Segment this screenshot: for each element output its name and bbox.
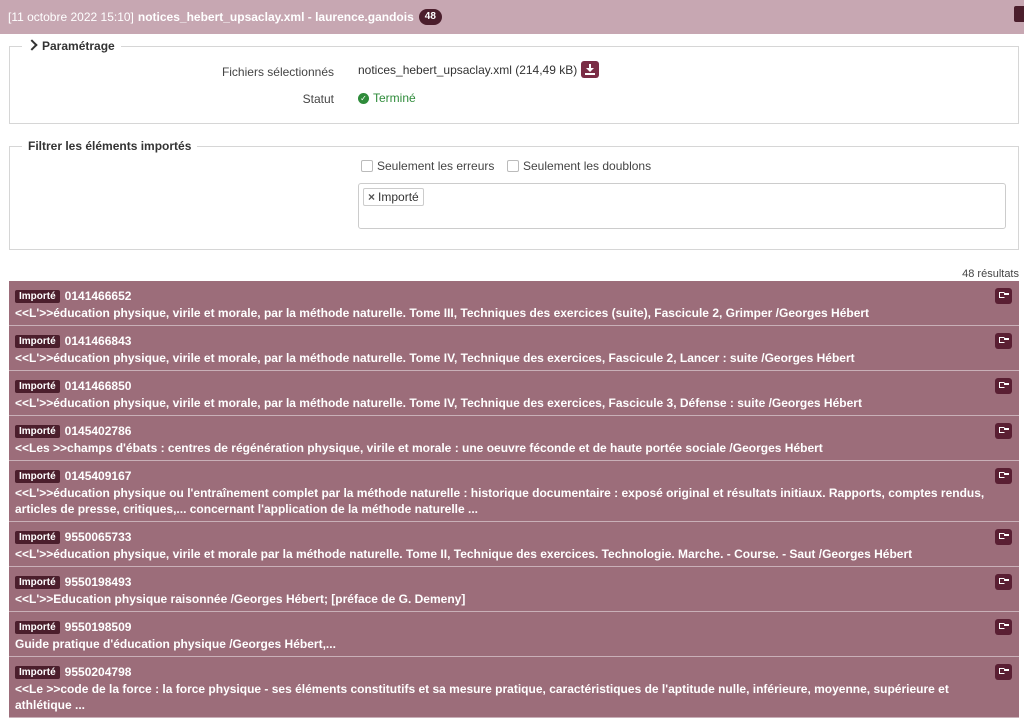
filter-tag[interactable]: × Importé — [363, 188, 424, 206]
imported-badge: Importé — [15, 289, 60, 303]
settings-legend-label: Paramétrage — [42, 39, 115, 53]
duplicates-only-label[interactable]: Seulement les doublons — [523, 159, 651, 173]
record-title: <<L'>>éducation physique, virile et mora… — [15, 306, 870, 320]
status-label: Statut — [302, 92, 334, 106]
files-row: notices_hebert_upsaclay.xml (214,49 kB) — [358, 61, 600, 78]
status-filter-input[interactable]: × Importé — [358, 183, 1006, 229]
open-record-button[interactable] — [995, 468, 1012, 484]
result-item[interactable]: Importé 0145402786 <<Les >>champs d'ébats … — [9, 416, 1019, 461]
record-id: 0141466850 — [64, 379, 132, 393]
record-id: 9550198509 — [64, 620, 132, 634]
result-item[interactable]: Importé 9550204798 <<Le >>code de la force… — [9, 657, 1019, 718]
result-header: Importé 0145409167 — [15, 469, 989, 483]
imported-badge: Importé — [15, 469, 60, 483]
duplicates-only-option[interactable]: Seulement les doublons — [507, 159, 651, 173]
record-title: <<L'>>éducation physique, virile et mora… — [15, 396, 862, 410]
result-item[interactable]: Importé 9550065733 <<L'>>éducation physiqu… — [9, 522, 1019, 567]
open-record-button[interactable] — [995, 378, 1012, 394]
record-title: <<L'>>Education physique raisonnée /Geor… — [15, 592, 466, 606]
status-value: Terminé — [373, 91, 416, 105]
result-header: Importé 0141466850 — [15, 379, 989, 393]
chevron-right-icon — [26, 39, 38, 51]
record-id: 9550065733 — [64, 530, 132, 544]
filter-legend: Filtrer les éléments importés — [28, 139, 192, 153]
result-item[interactable]: Importé 0141466850 <<L'>>éducation physiqu… — [9, 371, 1019, 416]
download-icon — [585, 73, 596, 75]
result-header: Importé 9550065733 — [15, 530, 989, 544]
open-record-button[interactable] — [995, 288, 1012, 304]
imported-badge: Importé — [15, 424, 60, 438]
import-title: notices_hebert_upsaclay.xml - laurence.g… — [137, 10, 414, 24]
files-value: notices_hebert_upsaclay.xml (214,49 kB) — [358, 62, 578, 77]
open-record-button[interactable] — [995, 619, 1012, 635]
open-record-button[interactable] — [995, 529, 1012, 545]
result-item[interactable]: Importé 0141466843 <<L'>>éducation physiqu… — [9, 326, 1019, 371]
result-header: Importé 0145402786 — [15, 424, 989, 438]
menu-icon[interactable] — [1014, 6, 1024, 22]
settings-legend[interactable]: Paramétrage — [22, 39, 121, 53]
remove-tag-icon[interactable]: × — [368, 190, 375, 204]
imported-badge: Importé — [15, 665, 60, 679]
record-id: 0145409167 — [64, 469, 132, 483]
open-record-button[interactable] — [995, 423, 1012, 439]
open-record-button[interactable] — [995, 333, 1012, 349]
result-item[interactable]: Importé 0141466652 <<L'>>éducation physiqu… — [9, 281, 1019, 326]
check-circle-icon: ✓ — [358, 92, 369, 104]
record-id: 0145402786 — [64, 424, 132, 438]
result-header: Importé 9550204798 — [15, 665, 989, 679]
result-header: Importé 0141466843 — [15, 334, 989, 348]
count-badge: 48 — [418, 9, 442, 25]
download-button[interactable] — [581, 61, 600, 78]
imported-badge: Importé — [15, 379, 60, 393]
record-id: 9550198493 — [64, 575, 132, 589]
result-item[interactable]: Importé 9550198493 <<L'>>Education physiqu… — [9, 567, 1019, 612]
record-title: <<L'>>éducation physique, virile et mora… — [15, 351, 855, 365]
record-id: 9550204798 — [64, 665, 132, 679]
imported-badge: Importé — [15, 620, 60, 634]
imported-badge: Importé — [15, 334, 60, 348]
record-id: 0141466843 — [64, 334, 132, 348]
result-item[interactable]: Importé 0145409167 <<L'>>éducation physiqu… — [9, 461, 1019, 522]
open-record-button[interactable] — [995, 574, 1012, 590]
result-count: 48 résultats — [962, 268, 1019, 280]
imported-badge: Importé — [15, 575, 60, 589]
settings-panel: Paramétrage — [9, 39, 1019, 124]
files-label: Fichiers sélectionnés — [221, 65, 334, 79]
filter-tag-label: Importé — [378, 190, 419, 204]
result-header: Importé 0141466652 — [15, 289, 989, 303]
top-bar: [11 octobre 2022 15:10] notices_hebert_u… — [0, 0, 1024, 34]
result-header: Importé 9550198509 — [15, 620, 989, 634]
imported-badge: Importé — [15, 530, 60, 544]
open-record-button[interactable] — [995, 664, 1012, 680]
errors-only-label[interactable]: Seulement les erreurs — [377, 159, 494, 173]
result-item[interactable]: Importé 9550198509 Guide pratique d'éducat… — [9, 612, 1019, 657]
record-title: Guide pratique d'éducation physique /Geo… — [15, 637, 336, 651]
import-date: [11 octobre 2022 15:10] — [8, 10, 134, 24]
results-list: Importé 0141466652 <<L'>>éducation physiqu… — [9, 281, 1019, 718]
errors-only-checkbox[interactable] — [361, 160, 373, 172]
record-id: 0141466652 — [64, 289, 132, 303]
result-header: Importé 9550198493 — [15, 575, 989, 589]
record-title: <<L'>>éducation physique, virile et mora… — [15, 547, 913, 561]
duplicates-only-checkbox[interactable] — [507, 160, 519, 172]
record-title: <<L'>>éducation physique ou l'entraîneme… — [15, 486, 985, 516]
record-title: <<Les >>champs d'ébats : centres de régé… — [15, 441, 823, 455]
status-row: ✓ Terminé — [358, 91, 416, 105]
errors-only-option[interactable]: Seulement les erreurs — [361, 159, 494, 173]
